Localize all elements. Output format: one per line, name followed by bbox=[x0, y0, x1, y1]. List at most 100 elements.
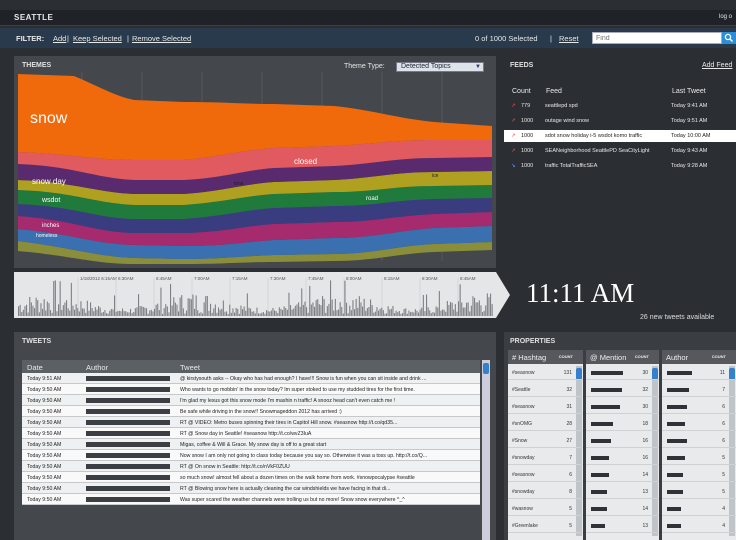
author-header[interactable]: Author COUNT bbox=[662, 350, 736, 364]
filter-add-link[interactable]: Add bbox=[53, 34, 66, 43]
topic-label-inches[interactable]: inches bbox=[42, 223, 59, 229]
tweets-column-tweet[interactable]: Tweet bbox=[180, 363, 200, 372]
author-row[interactable]: 6 bbox=[662, 400, 736, 414]
find-button[interactable] bbox=[722, 32, 736, 44]
table-row[interactable]: Today 9:50 AM so much snow! almost fell a… bbox=[22, 472, 480, 483]
topic-label-time[interactable]: time bbox=[234, 181, 244, 187]
feed-row[interactable]: ↗ 779 seattlepd spd Today 9:41 AM bbox=[504, 100, 736, 112]
timeline-histogram[interactable]: 1/18/2012 6:15AM 6:30AM 6:45AM 7:00AM 7:15AM… bbox=[14, 272, 496, 318]
filter-label: FILTER: bbox=[16, 34, 45, 43]
timeline-bar bbox=[152, 311, 154, 316]
hashtag-row[interactable]: #Snow 27 bbox=[508, 434, 583, 448]
author-row[interactable]: 5 bbox=[662, 485, 736, 499]
timeline-bar bbox=[282, 310, 284, 316]
author-row[interactable]: 4 bbox=[662, 519, 736, 533]
table-row[interactable]: Today 9:50 AM RT @ Snow day in Seattle! #… bbox=[22, 428, 480, 439]
author-redacted-bar bbox=[667, 456, 685, 460]
topic-label-snow-day[interactable]: snow day bbox=[32, 177, 66, 186]
table-row[interactable]: Today 9:50 AM RT @ VIDEO: Metro buses spi… bbox=[22, 417, 480, 428]
mention-row[interactable]: 13 bbox=[586, 519, 659, 533]
mention-row[interactable]: 18 bbox=[586, 417, 659, 431]
topic-label-homeless[interactable]: homeless bbox=[36, 233, 58, 239]
author-row[interactable]: 4 bbox=[662, 502, 736, 516]
author-redacted-bar bbox=[667, 507, 681, 511]
logout-link[interactable]: log o bbox=[719, 14, 732, 20]
timeline-bar bbox=[456, 311, 458, 316]
hashtag-row[interactable]: #snowday 7 bbox=[508, 451, 583, 465]
reset-link[interactable]: Reset bbox=[559, 34, 579, 43]
timeline-bar bbox=[363, 298, 365, 316]
find-input[interactable] bbox=[592, 32, 722, 44]
hashtag-header[interactable]: # Hashtag COUNT bbox=[508, 350, 583, 364]
author-row[interactable]: 6 bbox=[662, 417, 736, 431]
app-title: SEATTLE bbox=[14, 13, 54, 22]
feed-row[interactable]: ↘ 1000 traffic TotalTrafficSEA Today 9:28 A… bbox=[504, 160, 736, 172]
mention-row[interactable]: 16 bbox=[586, 434, 659, 448]
author-redacted-bar bbox=[667, 473, 683, 477]
author-row[interactable]: 5 bbox=[662, 468, 736, 482]
timeline-bar bbox=[290, 305, 292, 316]
tweets-column-author[interactable]: Author bbox=[86, 363, 108, 372]
timeline-bar bbox=[194, 308, 196, 316]
table-row[interactable]: Today 9:50 AM Migas, coffee & Will & Grac… bbox=[22, 439, 480, 450]
timeline-bar bbox=[296, 304, 298, 316]
new-tweets-notice[interactable]: 26 new tweets available bbox=[640, 314, 714, 321]
timeline-bar bbox=[358, 296, 360, 316]
timeline-bar bbox=[117, 311, 119, 316]
mention-row[interactable]: 16 bbox=[586, 451, 659, 465]
timeline-bar bbox=[234, 312, 236, 316]
feed-row[interactable]: ↗ 1000 sdot snow holiday i-5 wsdot komo tr… bbox=[504, 130, 736, 142]
timeline-bar bbox=[368, 307, 370, 316]
mention-header[interactable]: @ Mention COUNT bbox=[586, 350, 659, 364]
topic-label-road[interactable]: road bbox=[366, 196, 378, 202]
feeds-column-last-tweet[interactable]: Last Tweet bbox=[672, 88, 706, 95]
table-row[interactable]: Today 9:50 AM Now snow I am only not goin… bbox=[22, 450, 480, 461]
feeds-column-count[interactable]: Count bbox=[512, 88, 531, 95]
table-row[interactable]: Today 9:50 AM I'm glad my lexus got this … bbox=[22, 395, 480, 406]
feed-row[interactable]: ↗ 1000 SEANeighborhood SeattlePD SeaCityLi… bbox=[504, 145, 736, 157]
timeline-bar bbox=[24, 306, 26, 316]
table-row[interactable]: Today 9:50 AM RT @ On snow in Seattle: ht… bbox=[22, 461, 480, 472]
theme-streamgraph[interactable]: snow closed snow day time wsdot road ice… bbox=[14, 56, 496, 268]
author-row[interactable]: 6 bbox=[662, 434, 736, 448]
keep-selected-link[interactable]: Keep Selected bbox=[73, 34, 122, 43]
author-row[interactable]: 7 bbox=[662, 383, 736, 397]
mention-row[interactable]: 14 bbox=[586, 502, 659, 516]
hashtag-row[interactable]: #Seattle 32 bbox=[508, 383, 583, 397]
hashtag-row[interactable]: #snOMG 28 bbox=[508, 417, 583, 431]
tweets-scrollbar[interactable] bbox=[482, 360, 490, 540]
feeds-column-feed[interactable]: Feed bbox=[546, 88, 562, 95]
author-row[interactable]: 5 bbox=[662, 451, 736, 465]
timeline-bar bbox=[168, 312, 170, 316]
tweets-column-date[interactable]: Date bbox=[27, 363, 43, 372]
author-row[interactable]: 11 bbox=[662, 366, 736, 380]
feed-count: 779 bbox=[521, 103, 531, 109]
mention-row[interactable]: 30 bbox=[586, 400, 659, 414]
table-row[interactable]: Today 9:51 AM @ kirstysouth asks -- Okay … bbox=[22, 373, 480, 384]
table-row[interactable]: Today 9:50 AM Was super scared the weathe… bbox=[22, 494, 480, 505]
hashtag-row[interactable]: #seasnow 31 bbox=[508, 400, 583, 414]
topic-label-snow[interactable]: snow bbox=[30, 110, 68, 127]
hashtag-row[interactable]: #seasnow 131 bbox=[508, 366, 583, 380]
table-row[interactable]: Today 9:50 AM Be safe while driving in th… bbox=[22, 406, 480, 417]
topic-label-wsdot[interactable]: wsdot bbox=[41, 197, 60, 204]
hashtag-row[interactable]: #Greenlake 5 bbox=[508, 519, 583, 533]
mention-row[interactable]: 32 bbox=[586, 383, 659, 397]
hashtag-row[interactable]: #wasnow 5 bbox=[508, 502, 583, 516]
mention-row[interactable]: 14 bbox=[586, 468, 659, 482]
topic-label-ice[interactable]: ice bbox=[432, 173, 439, 179]
mention-row[interactable]: 13 bbox=[586, 485, 659, 499]
add-feed-link[interactable]: Add Feed bbox=[702, 62, 732, 69]
mention-row[interactable]: 30 bbox=[586, 366, 659, 380]
topic-label-closed[interactable]: closed bbox=[294, 157, 317, 166]
hashtag-row[interactable]: #snowday 8 bbox=[508, 485, 583, 499]
feed-row[interactable]: ↗ 1000 outage wind snow Today 9:51 AM bbox=[504, 115, 736, 127]
table-row[interactable]: Today 9:50 AM RT @ Blowing snow here is a… bbox=[22, 483, 480, 494]
hashtag-row[interactable]: #seasnow 6 bbox=[508, 468, 583, 482]
remove-selected-link[interactable]: Remove Selected bbox=[132, 34, 191, 43]
theme-type-select[interactable]: Detected Topics ▼ bbox=[396, 62, 484, 72]
table-row[interactable]: Today 9:50 AM Who wants to go mobbin' in … bbox=[22, 384, 480, 395]
scroll-thumb[interactable] bbox=[483, 363, 489, 374]
timeline-bar bbox=[448, 304, 450, 316]
timeline-bar bbox=[488, 297, 490, 316]
